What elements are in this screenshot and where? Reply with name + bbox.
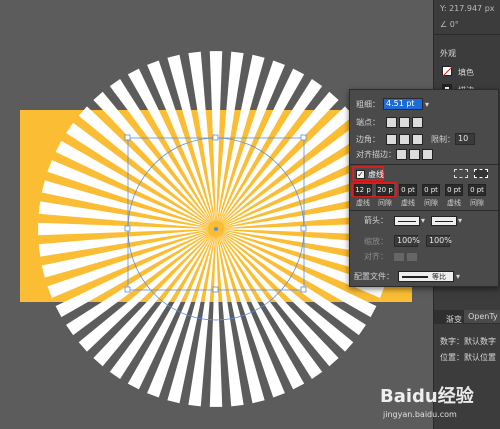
gap-input-2[interactable]: 0 pt bbox=[422, 184, 440, 196]
gap-label-2: 间隙 bbox=[424, 199, 438, 207]
appearance-heading: 外观 bbox=[440, 49, 456, 58]
align-center-icon[interactable] bbox=[396, 149, 407, 160]
stroke-panel: 粗细： 4.51 pt ▾ 端点： 边角： 限制： 10 对齐描边： ✓ 虚线 … bbox=[349, 89, 500, 287]
gap-label-1: 间隙 bbox=[378, 199, 392, 207]
limit-input[interactable]: 10 bbox=[455, 133, 475, 145]
dashed-label: 虚线 bbox=[368, 170, 384, 179]
dash-input-3[interactable]: 0 pt bbox=[445, 184, 463, 196]
miter-join-icon[interactable] bbox=[386, 133, 397, 145]
chevron-down-icon[interactable]: ▾ bbox=[458, 216, 462, 225]
profile-label: 配置文件： bbox=[354, 272, 394, 281]
gap-input-1[interactable]: 20 p bbox=[376, 184, 394, 196]
butt-cap-icon[interactable] bbox=[386, 117, 397, 128]
arrow-align-label: 对齐： bbox=[364, 252, 388, 261]
arrowhead-label: 箭头： bbox=[364, 216, 388, 225]
weight-label: 粗细： bbox=[356, 99, 380, 109]
fill-label: 填色 bbox=[458, 68, 474, 77]
tab-gradient[interactable]: 渐变 bbox=[442, 312, 466, 327]
round-cap-icon[interactable] bbox=[399, 117, 410, 128]
end-arrow-select[interactable] bbox=[431, 215, 458, 226]
gap-input-3[interactable]: 0 pt bbox=[468, 184, 486, 196]
dash-label-3: 虚线 bbox=[447, 199, 461, 207]
gap-label-3: 间隙 bbox=[470, 199, 484, 207]
dash-input-1[interactable]: 12 p bbox=[354, 184, 372, 196]
dash-input-2[interactable]: 0 pt bbox=[399, 184, 417, 196]
dash-label-2: 虚线 bbox=[401, 199, 415, 207]
weight-input[interactable]: 4.51 pt bbox=[383, 98, 423, 110]
preserve-dash-icon[interactable] bbox=[454, 169, 468, 178]
position-label: 位置： bbox=[440, 353, 464, 362]
chevron-down-icon[interactable]: ▾ bbox=[456, 272, 460, 281]
dash-label-1: 虚线 bbox=[356, 199, 370, 207]
number-label: 数字： bbox=[440, 337, 464, 346]
round-join-icon[interactable] bbox=[399, 133, 410, 145]
align-dash-corners-icon[interactable] bbox=[474, 169, 488, 178]
baidu-watermark: Baidu经验 bbox=[380, 386, 474, 407]
profile-value: 等比 bbox=[432, 273, 446, 281]
cap-label: 端点： bbox=[356, 118, 380, 127]
scale-label: 缩放： bbox=[364, 236, 388, 246]
align-stroke-label: 对齐描边： bbox=[356, 150, 396, 159]
profile-select[interactable]: 等比 bbox=[398, 271, 454, 282]
number-value: 默认数字 bbox=[464, 337, 496, 346]
position-value: 默认位置 bbox=[464, 353, 496, 362]
position-row[interactable]: 位置：默认位置 bbox=[440, 352, 496, 363]
arrow-end-icon[interactable] bbox=[407, 252, 417, 261]
angle-value: 0° bbox=[449, 20, 459, 29]
limit-label: 限制： bbox=[431, 134, 455, 144]
bevel-join-icon[interactable] bbox=[412, 133, 423, 145]
square-cap-icon[interactable] bbox=[412, 117, 423, 128]
start-scale-input[interactable]: 100% bbox=[394, 235, 420, 247]
end-scale-input[interactable]: 100% bbox=[426, 235, 452, 247]
align-outside-icon[interactable] bbox=[422, 149, 433, 160]
align-inside-icon[interactable] bbox=[409, 149, 420, 160]
chevron-down-icon[interactable]: ▾ bbox=[425, 100, 429, 109]
chevron-down-icon[interactable]: ▾ bbox=[421, 216, 425, 225]
dashed-checkbox[interactable]: ✓ bbox=[356, 170, 365, 179]
corner-label: 边角： bbox=[356, 134, 380, 144]
arrow-tip-icon[interactable] bbox=[394, 252, 404, 261]
start-arrow-select[interactable] bbox=[394, 215, 420, 226]
angle-field[interactable]: ∠ 0° bbox=[440, 20, 459, 29]
center-point bbox=[214, 227, 218, 231]
fill-swatch[interactable] bbox=[442, 66, 453, 77]
tab-opentype[interactable]: OpenTy bbox=[464, 310, 500, 323]
watermark-url: jingyan.baidu.com bbox=[383, 410, 457, 419]
number-row[interactable]: 数字：默认数字 bbox=[440, 336, 496, 347]
y-coordinate: Y: 217.947 px bbox=[440, 4, 495, 13]
